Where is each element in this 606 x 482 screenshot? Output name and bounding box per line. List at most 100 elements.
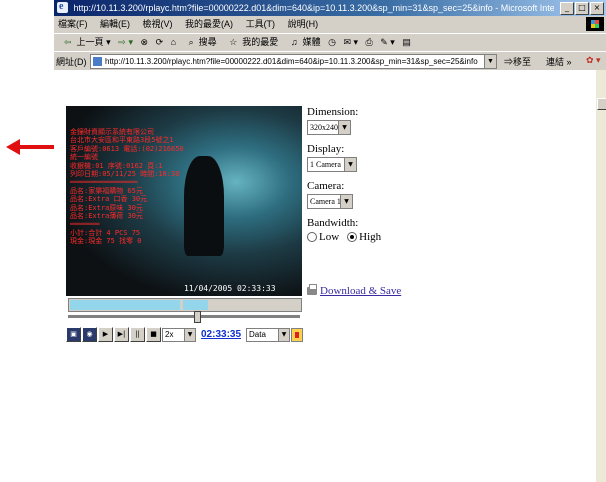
overlay-line: 品名:Extra薄荷 30元 <box>70 212 143 221</box>
home-icon[interactable]: ⌂ <box>171 37 176 47</box>
go-button[interactable]: ⇒移至 <box>504 55 531 68</box>
chevron-down-icon: ▼ <box>340 195 352 208</box>
vertical-scrollbar[interactable] <box>596 70 606 482</box>
display-label: Display: <box>307 143 345 155</box>
overlay-line: 品名:Extra原味 30元 <box>70 203 143 212</box>
favorites-icon: ☆ <box>229 37 238 47</box>
media-icon: ♫ <box>290 37 298 47</box>
chevron-down-icon: ▼ <box>344 158 356 171</box>
overlay-line: 品名:Extra 口香 30元 <box>70 195 148 204</box>
chevron-down-icon: ▼ <box>278 328 290 341</box>
overlay-line: ═══════ <box>70 220 100 229</box>
back-button-label: 上一頁 <box>76 37 104 47</box>
media-button[interactable]: ♫ 媒體 <box>286 37 321 47</box>
dimension-select[interactable]: 320x240 ▼ <box>307 120 351 135</box>
play-button[interactable]: ▶ <box>98 327 113 342</box>
favorites-button[interactable]: ☆ 我的最愛 <box>224 37 278 47</box>
browser-window: http://10.11.3.200/rplayc.htm?file=00000… <box>54 0 606 482</box>
printer-icon <box>307 284 317 295</box>
overlay-line: 品名:家樂福購物 65元 <box>70 186 143 195</box>
bandwidth-options: Low High <box>307 231 507 243</box>
save-frame-icon[interactable]: ▣ <box>66 327 81 342</box>
scrollbar-thumb[interactable] <box>597 98 606 110</box>
settings-panel: Dimension: 320x240 ▼ Display: 1 Camera ▼… <box>307 106 507 243</box>
address-url: http://10.11.3.200/rplayc.htm?file=00000… <box>105 57 478 66</box>
download-save: Download & Save <box>307 284 401 297</box>
overlay-line: ════════════════ <box>70 178 138 187</box>
seek-handle[interactable] <box>193 311 201 323</box>
back-arrow-icon: ⇦ <box>64 38 72 48</box>
menu-file[interactable]: 檔案(F) <box>58 19 88 29</box>
title-bar: http://10.11.3.200/rplayc.htm?file=00000… <box>54 0 606 16</box>
menu-help[interactable]: 說明(H) <box>288 19 319 29</box>
record-button[interactable] <box>291 327 304 342</box>
dimension-value: 320x240 <box>310 123 338 132</box>
address-input[interactable]: http://10.11.3.200/rplayc.htm?file=00000… <box>90 54 497 69</box>
stop-icon[interactable]: ⊗ <box>141 37 149 47</box>
display-value: 1 Camera <box>310 160 341 169</box>
page-content: 金鐘財資顯示系統有限公司 台北市大安區和平東路3段5號之1 客戶編號:0613 … <box>54 70 596 482</box>
overlay-line: 列印日期:05/11/25 時間:18:38 <box>70 170 180 179</box>
video-timestamp: 11/04/2005 02:33:33 <box>184 284 276 293</box>
discuss-icon[interactable]: ▤ <box>402 37 411 47</box>
speed-value: 2x <box>165 329 174 339</box>
menu-bar: 檔案(F) 編輯(E) 檢視(V) 我的最愛(A) 工具(T) 說明(H) <box>54 16 606 32</box>
overlay-line: 金鐘財資顯示系統有限公司 <box>70 128 154 136</box>
maximize-button[interactable]: □ <box>575 2 589 15</box>
minimize-button[interactable]: _ <box>560 2 574 15</box>
toolbar: ⇦ 上一頁 ▾ ⇨ ▾ ⊗ ⟳ ⌂ ⌕ 搜尋 ☆ 我的最愛 ♫ 媒體 ◷ ✉ ▾ ⎙ ✎… <box>54 33 606 51</box>
pause-button[interactable]: || <box>130 327 145 342</box>
step-forward-button[interactable]: ▶| <box>114 327 129 342</box>
chevron-down-icon: ▼ <box>338 121 350 134</box>
speed-select[interactable]: 2x ▼ <box>162 327 196 342</box>
links-button[interactable]: 連結 » <box>546 55 572 68</box>
playback-timecode[interactable]: 02:33:35 <box>201 329 241 340</box>
bandwidth-low-radio[interactable] <box>307 232 317 242</box>
ie-logo-icon <box>57 0 68 15</box>
overlay-line: 客戶編號:0613 電話:(02)216650 <box>70 144 184 153</box>
menu-tools[interactable]: 工具(T) <box>246 19 276 29</box>
bandwidth-high-radio[interactable] <box>347 232 358 242</box>
bandwidth-high-label: High <box>359 231 382 243</box>
receipt-overlay: 金鐘財資顯示系統有限公司 台北市大安區和平東路3段5號之1 客戶編號:0613 … <box>70 128 298 246</box>
address-dropdown[interactable]: ▼ <box>484 55 496 68</box>
refresh-icon[interactable]: ⟳ <box>156 37 164 47</box>
camera-snapshot-icon[interactable]: ◉ <box>82 327 97 342</box>
video-viewport: 金鐘財資顯示系統有限公司 台北市大安區和平東路3段5號之1 客戶編號:0613 … <box>66 106 302 296</box>
windows-logo-icon <box>586 17 604 31</box>
forward-button[interactable]: ⇨ ▾ <box>118 38 133 48</box>
dimension-label: Dimension: <box>307 106 359 118</box>
overlay-line: 統一編號 <box>70 153 98 162</box>
history-icon[interactable]: ◷ <box>328 37 336 47</box>
edit-icon[interactable]: ✎ ▾ <box>380 37 395 47</box>
menu-favorites[interactable]: 我的最愛(A) <box>185 19 233 29</box>
address-label: 網址(D) <box>56 57 87 67</box>
overlay-line: 小計:合計 4 PCS 75 <box>70 228 141 237</box>
favorites-button-label: 我的最愛 <box>242 37 279 47</box>
progress-segment <box>70 300 181 310</box>
search-button[interactable]: ⌕ 搜尋 <box>184 37 217 47</box>
search-icon: ⌕ <box>188 37 194 47</box>
back-button[interactable]: ⇦ 上一頁 ▾ <box>59 37 111 48</box>
close-button[interactable]: × <box>590 2 604 15</box>
playback-progress-bar[interactable] <box>68 298 302 312</box>
media-button-label: 媒體 <box>302 37 321 47</box>
download-save-link[interactable]: Download & Save <box>320 285 401 297</box>
mode-select[interactable]: Data ▼ <box>246 327 291 342</box>
menu-view[interactable]: 檢視(V) <box>143 19 173 29</box>
print-icon[interactable]: ⎙ <box>366 37 373 47</box>
camera-select[interactable]: Camera 1 ▼ <box>307 194 353 209</box>
camera-label: Camera: <box>307 180 345 192</box>
bandwidth-label: Bandwidth: <box>307 217 359 229</box>
address-bar: 網址(D) http://10.11.3.200/rplayc.htm?file… <box>54 51 606 70</box>
menu-edit[interactable]: 編輯(E) <box>100 19 130 29</box>
camera-value: Camera 1 <box>310 197 341 206</box>
mail-icon[interactable]: ✉ ▾ <box>343 37 358 47</box>
seek-slider[interactable] <box>68 311 300 323</box>
extension-icon[interactable]: ✿ ▾ <box>586 55 601 66</box>
chevron-down-icon: ▼ <box>184 328 195 341</box>
mode-value: Data <box>249 329 266 339</box>
overlay-line: 現金:現金 75 找零 0 <box>70 237 142 246</box>
display-select[interactable]: 1 Camera ▼ <box>307 157 357 172</box>
stop-button[interactable]: ■ <box>146 327 161 342</box>
